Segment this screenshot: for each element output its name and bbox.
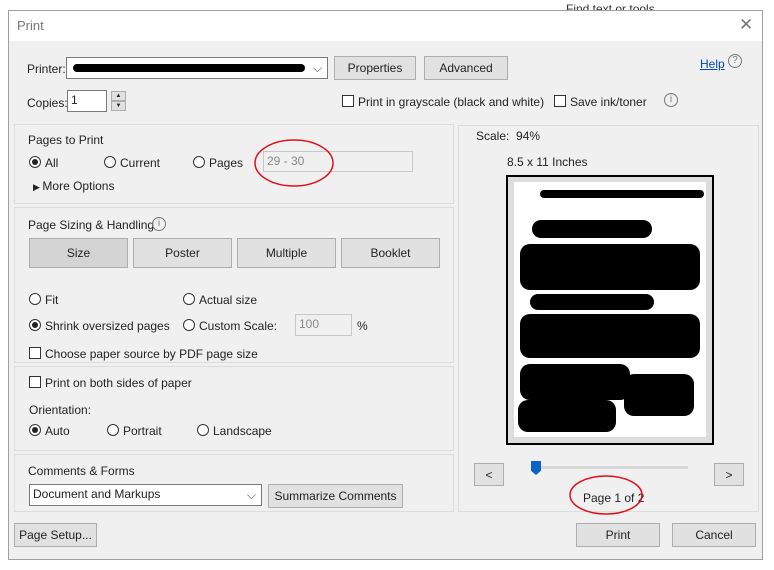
annotation-circle-page-indicator bbox=[569, 475, 643, 515]
annotation-circles bbox=[254, 139, 643, 515]
annotation-circle-pages bbox=[254, 139, 334, 187]
